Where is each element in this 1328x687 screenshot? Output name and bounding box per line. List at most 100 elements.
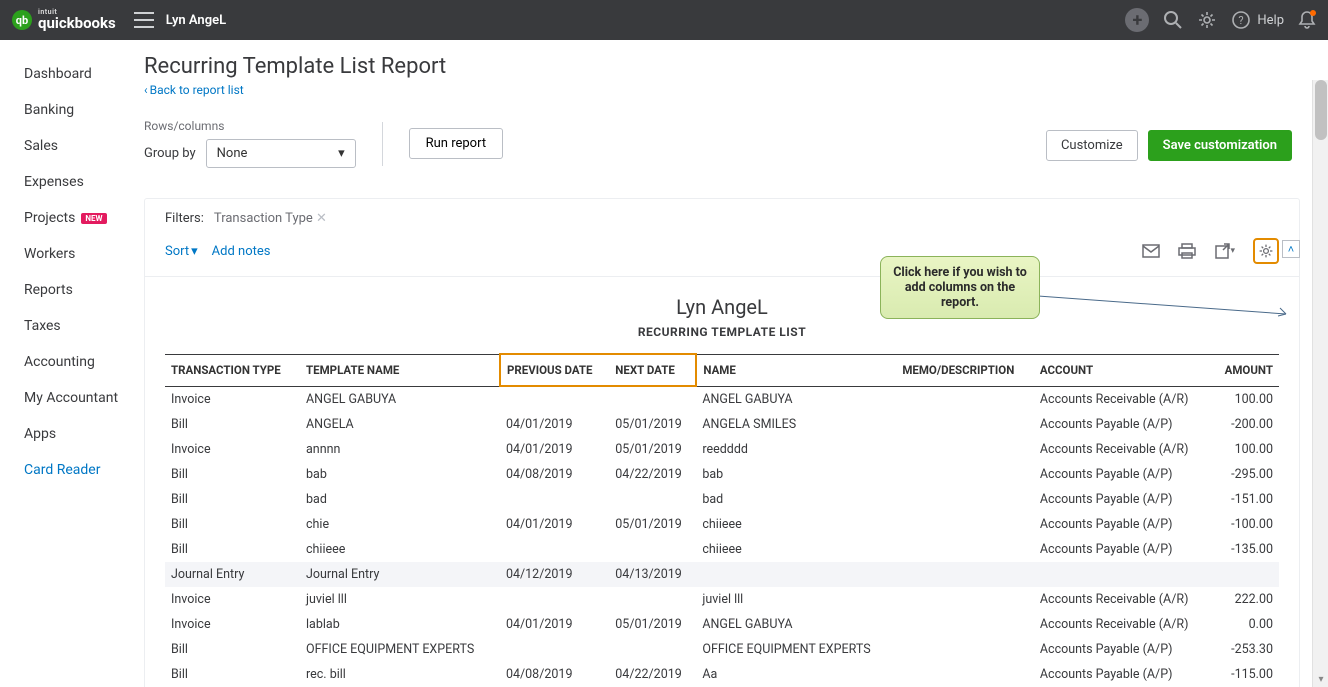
cell-prev [500, 487, 609, 512]
cell-account: Accounts Payable (A/P) [1034, 462, 1212, 487]
report-settings-gear-icon[interactable] [1253, 238, 1279, 264]
scroll-down-arrow-icon[interactable]: ▾ [1313, 671, 1328, 687]
cell-next: 04/22/2019 [609, 462, 696, 487]
add-notes-button[interactable]: Add notes [212, 244, 271, 259]
table-row[interactable]: Invoicejuviel llljuviel lllAccounts Rece… [165, 587, 1279, 612]
back-to-report-list-link[interactable]: ‹ Back to report list [144, 83, 1300, 97]
cell-next [609, 386, 696, 412]
export-icon[interactable]: ▾ [1214, 242, 1235, 260]
svg-text:?: ? [1239, 14, 1244, 27]
save-customization-button[interactable]: Save customization [1148, 130, 1292, 161]
customize-button[interactable]: Customize [1046, 130, 1138, 161]
quick-create-icon[interactable]: + [1125, 8, 1149, 32]
help-icon[interactable]: ? [1231, 10, 1251, 30]
cell-amount: 100.00 [1212, 437, 1279, 462]
cell-template: bab [300, 462, 500, 487]
table-row[interactable]: BillchiieeechiieeeAccounts Payable (A/P)… [165, 537, 1279, 562]
cell-name: bab [696, 462, 896, 487]
scrollbar-thumb[interactable] [1315, 80, 1327, 140]
print-icon[interactable] [1178, 243, 1196, 259]
cell-account: Accounts Payable (A/P) [1034, 637, 1212, 662]
cell-prev [500, 537, 609, 562]
collapse-panel-button[interactable]: ˄ [1282, 240, 1300, 258]
report-name: RECURRING TEMPLATE LIST [165, 325, 1279, 339]
clear-filter-icon[interactable]: ✕ [316, 211, 327, 226]
notifications-icon[interactable] [1298, 10, 1316, 30]
cell-account [1034, 562, 1212, 587]
cell-prev: 04/01/2019 [500, 512, 609, 537]
column-header[interactable]: MEMO/DESCRIPTION [896, 354, 1034, 386]
table-row[interactable]: Invoicelablab04/01/201905/01/2019ANGEL G… [165, 612, 1279, 637]
cell-type: Bill [165, 537, 300, 562]
column-header[interactable]: AMOUNT [1212, 354, 1279, 386]
group-by-select[interactable]: None ▾ [206, 139, 356, 168]
run-report-button[interactable]: Run report [409, 128, 503, 159]
column-header[interactable]: NAME [696, 354, 896, 386]
cell-next [609, 537, 696, 562]
sidebar-item-taxes[interactable]: Taxes [24, 308, 120, 344]
sidebar-item-banking[interactable]: Banking [24, 92, 120, 128]
cell-amount: -100.00 [1212, 512, 1279, 537]
tooltip-arrow-line [1038, 288, 1292, 318]
cell-template: rec. bill [300, 662, 500, 687]
cell-amount: -253.30 [1212, 637, 1279, 662]
table-row[interactable]: Invoiceannnn04/01/201905/01/2019reeddddA… [165, 437, 1279, 462]
sidebar-item-accounting[interactable]: Accounting [24, 344, 120, 380]
table-row[interactable]: Journal EntryJournal Entry04/12/201904/1… [165, 562, 1279, 587]
cell-template: lablab [300, 612, 500, 637]
cell-type: Bill [165, 512, 300, 537]
cell-type: Invoice [165, 386, 300, 412]
column-header[interactable]: ACCOUNT [1034, 354, 1212, 386]
sidebar-item-expenses[interactable]: Expenses [24, 164, 120, 200]
table-row[interactable]: Billbab04/08/201904/22/2019babAccounts P… [165, 462, 1279, 487]
gear-icon[interactable] [1197, 10, 1217, 30]
column-header[interactable]: PREVIOUS DATE [500, 354, 609, 386]
report-container: Filters: Transaction Type ✕ Sort ▾ Add n… [144, 198, 1300, 687]
table-row[interactable]: BillbadbadAccounts Payable (A/P)-151.00 [165, 487, 1279, 512]
cell-type: Bill [165, 662, 300, 687]
cell-amount: -295.00 [1212, 462, 1279, 487]
cell-next: 05/01/2019 [609, 412, 696, 437]
report-table: TRANSACTION TYPETEMPLATE NAMEPREVIOUS DA… [165, 353, 1279, 687]
cell-account: Accounts Payable (A/P) [1034, 487, 1212, 512]
cell-prev: 04/12/2019 [500, 562, 609, 587]
help-label[interactable]: Help [1257, 13, 1284, 28]
cell-name: OFFICE EQUIPMENT EXPERTS [696, 637, 896, 662]
search-icon[interactable] [1163, 10, 1183, 30]
cell-next [609, 587, 696, 612]
sort-label: Sort [165, 244, 189, 259]
sidebar-item-dashboard[interactable]: Dashboard [24, 56, 120, 92]
sidebar-item-sales[interactable]: Sales [24, 128, 120, 164]
sort-button[interactable]: Sort ▾ [165, 244, 198, 259]
sidebar-item-card-reader[interactable]: Card Reader [24, 452, 120, 488]
sidebar-item-my-accountant[interactable]: My Accountant [24, 380, 120, 416]
column-header[interactable]: TEMPLATE NAME [300, 354, 500, 386]
cell-memo [896, 587, 1034, 612]
content-area: Recurring Template List Report ‹ Back to… [120, 40, 1328, 687]
column-header[interactable]: TRANSACTION TYPE [165, 354, 300, 386]
filters-label: Filters: [165, 211, 204, 226]
cell-account: Accounts Receivable (A/R) [1034, 587, 1212, 612]
table-row[interactable]: Billrec. bill04/08/201904/22/2019AaAccou… [165, 662, 1279, 687]
scrollbar-vertical[interactable]: ▴ ▾ [1312, 80, 1328, 687]
quickbooks-logo[interactable]: qb intuit quickbooks [12, 9, 116, 31]
sidebar-item-workers[interactable]: Workers [24, 236, 120, 272]
sidebar-item-reports[interactable]: Reports [24, 272, 120, 308]
table-row[interactable]: BillOFFICE EQUIPMENT EXPERTSOFFICE EQUIP… [165, 637, 1279, 662]
cell-next [609, 487, 696, 512]
sidebar-item-projects[interactable]: ProjectsNEW [24, 200, 120, 236]
table-row[interactable]: InvoiceANGEL GABUYAANGEL GABUYAAccounts … [165, 386, 1279, 412]
email-icon[interactable] [1142, 244, 1160, 258]
hamburger-icon[interactable] [134, 12, 154, 28]
table-row[interactable]: Billchie04/01/201905/01/2019chiieeeAccou… [165, 512, 1279, 537]
cell-memo [896, 512, 1034, 537]
column-header[interactable]: NEXT DATE [609, 354, 696, 386]
filter-pill-transaction-type[interactable]: Transaction Type ✕ [214, 211, 327, 226]
sidebar-item-label: Dashboard [24, 66, 92, 82]
cell-name: ANGELA SMILES [696, 412, 896, 437]
cell-amount: -115.00 [1212, 662, 1279, 687]
cell-next [609, 637, 696, 662]
table-row[interactable]: BillANGELA04/01/201905/01/2019ANGELA SMI… [165, 412, 1279, 437]
cell-memo [896, 412, 1034, 437]
sidebar-item-apps[interactable]: Apps [24, 416, 120, 452]
